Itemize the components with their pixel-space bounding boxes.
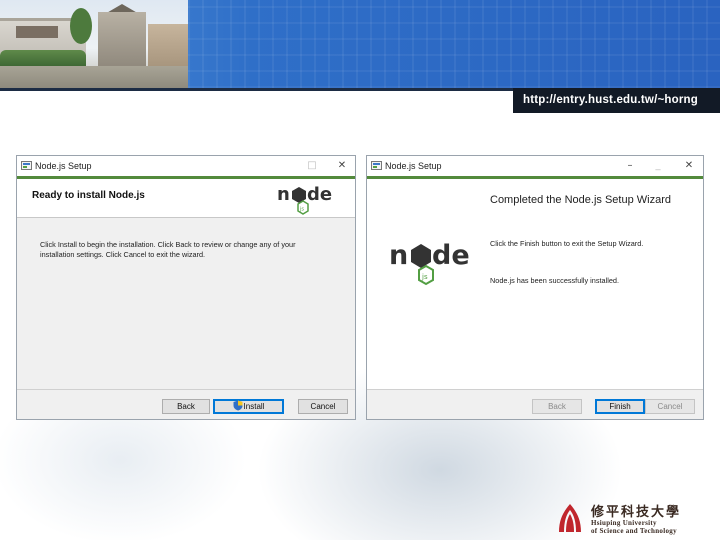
footer-separator	[367, 389, 703, 390]
university-name-en: Hsiuping University	[591, 519, 657, 527]
installer-icon	[21, 161, 32, 170]
footer-separator	[17, 389, 355, 390]
back-button: Back	[532, 399, 582, 414]
installer-icon	[371, 161, 382, 170]
url-label: http://entry.hust.edu.tw/~horng	[513, 88, 720, 113]
setup-window-completed: Node.js Setup – _ ✕ n de js Completed th…	[366, 155, 704, 420]
svg-text:de: de	[307, 184, 332, 205]
finish-instruction-text: Click the Finish button to exit the Setu…	[490, 239, 644, 248]
university-logo: 修平科技大學 Hsiuping University of Science an…	[555, 500, 693, 536]
uac-shield-icon	[233, 400, 243, 411]
install-button[interactable]: Install	[213, 399, 284, 414]
svg-text:de: de	[432, 240, 470, 271]
university-emblem-icon	[559, 504, 581, 532]
page-heading: Completed the Node.js Setup Wizard	[490, 194, 671, 206]
svg-text:n: n	[277, 184, 290, 205]
restore-icon: _	[655, 160, 661, 171]
svg-text:js: js	[421, 273, 428, 281]
instruction-text: Click Install to begin the installation.…	[40, 240, 296, 259]
cancel-button[interactable]: Cancel	[298, 399, 348, 414]
header-banner	[0, 0, 720, 88]
nodejs-logo-icon: n de js	[277, 184, 332, 215]
campus-photo	[0, 0, 188, 88]
close-icon[interactable]: ✕	[331, 158, 353, 173]
titlebar[interactable]: Node.js Setup □ ✕	[17, 156, 355, 176]
svg-text:js: js	[299, 207, 304, 213]
window-title: Node.js Setup	[35, 161, 92, 171]
success-message: Node.js has been successfully installed.	[490, 276, 619, 285]
svg-text:n: n	[389, 240, 408, 271]
back-button[interactable]: Back	[162, 399, 210, 414]
header-separator	[17, 217, 355, 218]
window-title: Node.js Setup	[385, 161, 442, 171]
finish-button[interactable]: Finish	[595, 399, 645, 414]
university-name-cn: 修平科技大學	[591, 505, 682, 520]
close-icon[interactable]: ✕	[678, 158, 700, 173]
cancel-button: Cancel	[645, 399, 695, 414]
install-button-label: Install	[243, 402, 265, 411]
maximize-icon: □	[307, 160, 317, 171]
page-heading: Ready to install Node.js	[32, 190, 145, 201]
setup-window-ready: Node.js Setup □ ✕ Ready to install Node.…	[16, 155, 356, 420]
nodejs-logo-icon: n de js	[389, 240, 470, 286]
minimize-icon[interactable]: –	[619, 158, 641, 173]
titlebar[interactable]: Node.js Setup – _ ✕	[367, 156, 703, 176]
university-name-en-line2: of Science and Technology	[591, 527, 677, 535]
